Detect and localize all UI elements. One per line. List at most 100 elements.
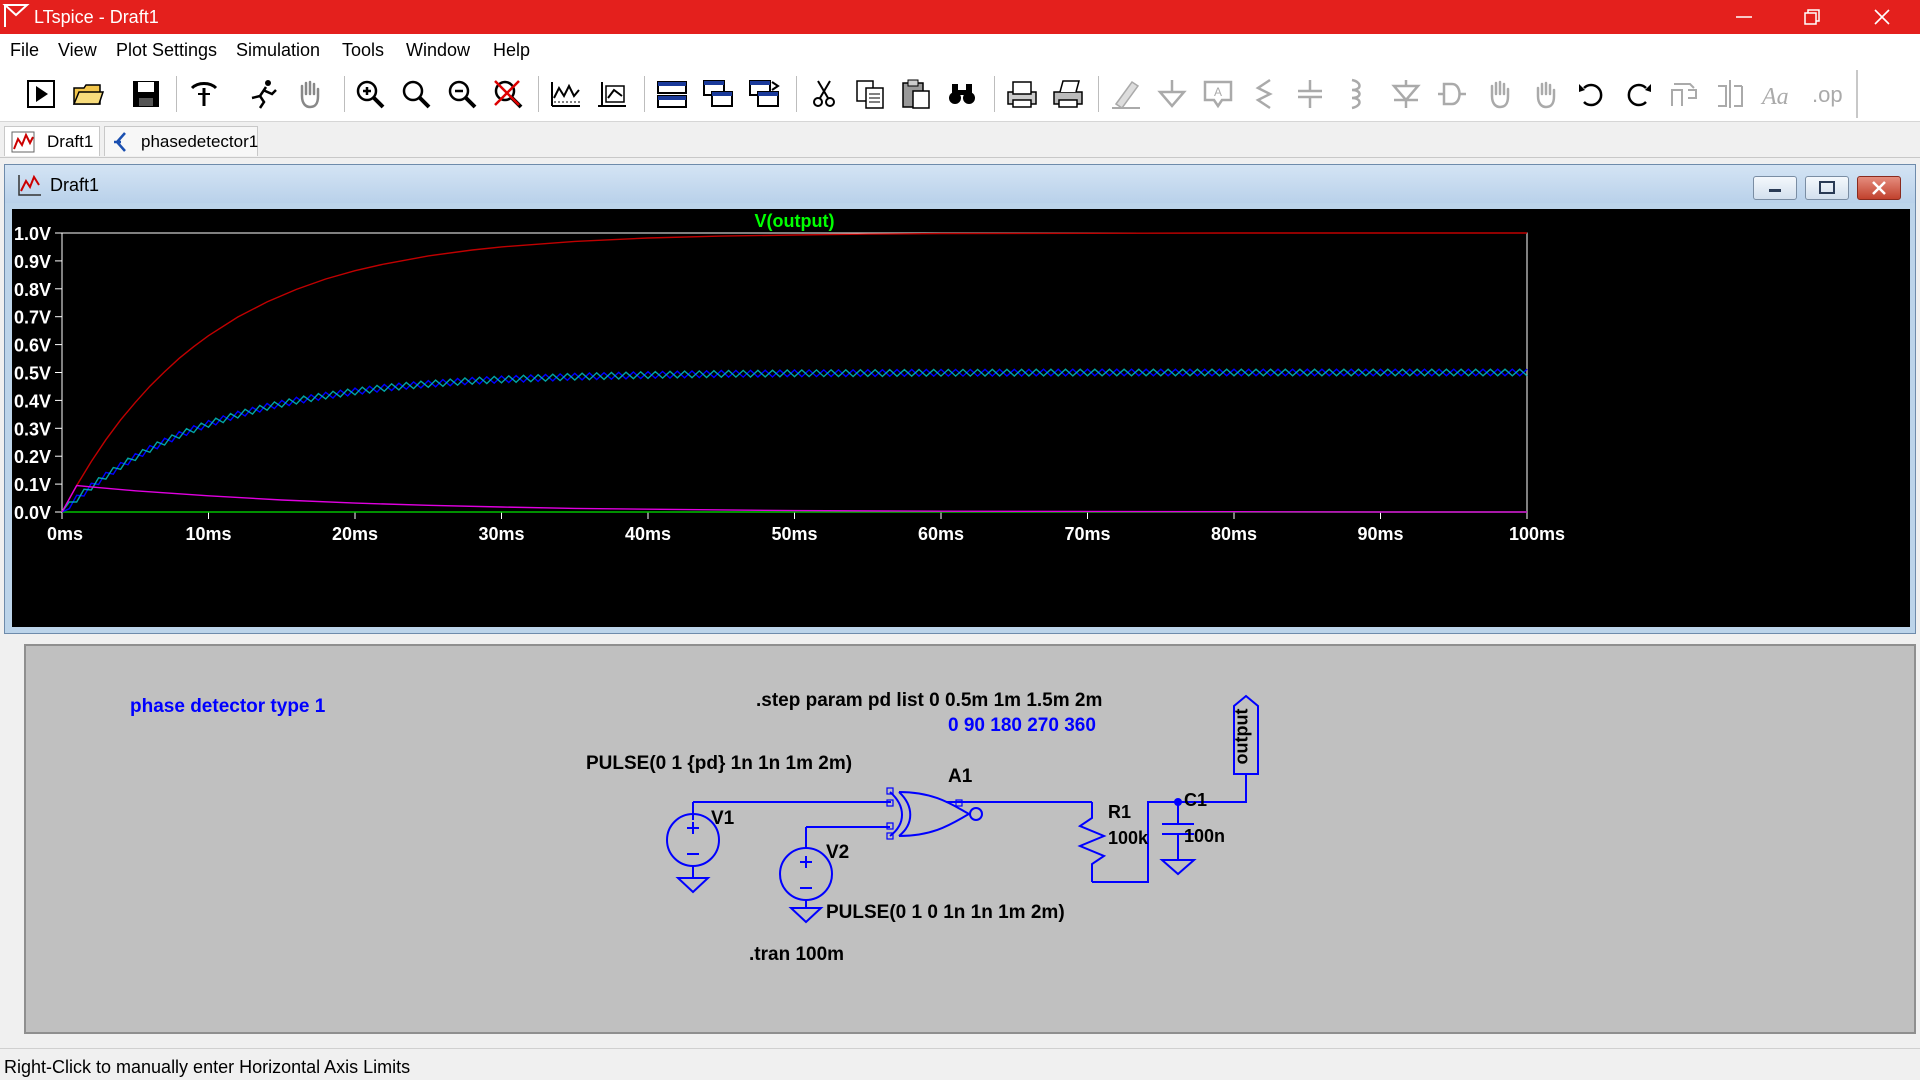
tab-draft1[interactable]: Draft1: [4, 126, 100, 156]
autorange-button[interactable]: [546, 74, 586, 114]
mirror-button[interactable]: [1710, 74, 1750, 114]
wire-button[interactable]: [1106, 74, 1146, 114]
spice-directive-button[interactable]: .op: [1806, 74, 1846, 114]
zoom-in-button[interactable]: [350, 74, 390, 114]
tile-vertical-button[interactable]: [744, 74, 784, 114]
close-button[interactable]: [1848, 0, 1916, 34]
menu-file[interactable]: File: [10, 40, 39, 60]
v2-name[interactable]: V2: [826, 842, 849, 864]
svg-text:A: A: [1214, 85, 1222, 99]
drag-button[interactable]: [1526, 74, 1566, 114]
menu-simulation[interactable]: Simulation: [236, 40, 320, 60]
x-tick-label: 60ms: [918, 524, 964, 544]
wire-icon: [1112, 80, 1140, 110]
tab-phasedetector1[interactable]: phasedetector1: [104, 126, 258, 156]
run-halt-button[interactable]: [244, 74, 284, 114]
paste-button[interactable]: [896, 74, 936, 114]
c1-value[interactable]: 100n: [1184, 826, 1225, 847]
plot-frame: [61, 232, 1528, 513]
find-button[interactable]: [942, 74, 982, 114]
inductor-button[interactable]: [1336, 74, 1376, 114]
menu-tools[interactable]: Tools: [342, 40, 384, 60]
ground-icon: [1157, 80, 1187, 108]
rotate-button[interactable]: [1664, 74, 1704, 114]
x-tick-label: 50ms: [771, 524, 817, 544]
ground-button[interactable]: [1152, 74, 1192, 114]
diode-button[interactable]: [1386, 74, 1426, 114]
r1-value[interactable]: 100k: [1108, 828, 1148, 849]
trace-line: [61, 368, 1528, 513]
move-button[interactable]: [1480, 74, 1520, 114]
cascade-button[interactable]: [698, 74, 738, 114]
mirror-icon: [1718, 80, 1743, 108]
manual-limits-button[interactable]: [592, 74, 632, 114]
child-minimize-button[interactable]: [1753, 176, 1797, 200]
component-button[interactable]: [1432, 74, 1472, 114]
menu-view[interactable]: View: [58, 40, 97, 60]
component-icon: [1438, 82, 1466, 106]
restore-icon: [1819, 181, 1835, 194]
cut-button[interactable]: [804, 74, 844, 114]
x-tick-label: 100ms: [1509, 524, 1565, 544]
v1-name[interactable]: V1: [711, 808, 734, 830]
x-tick-label: 90ms: [1357, 524, 1403, 544]
waveform-window-caption[interactable]: Draft1: [5, 165, 1915, 203]
undo-icon: [1579, 83, 1603, 107]
toolbar-separator: [344, 76, 345, 112]
open-button[interactable]: [68, 74, 108, 114]
capacitor-button[interactable]: [1290, 74, 1330, 114]
child-close-button[interactable]: [1857, 176, 1901, 200]
gate-name[interactable]: A1: [948, 766, 972, 788]
print-button[interactable]: [1048, 74, 1088, 114]
zoom-area-button[interactable]: [396, 74, 436, 114]
zoom-cancel-button[interactable]: [488, 74, 528, 114]
menu-help[interactable]: Help: [493, 40, 530, 60]
waveform-icon: [18, 174, 41, 196]
text-icon: Aa: [1760, 84, 1789, 110]
print-preview-button[interactable]: [1002, 74, 1042, 114]
y-tick-label: 0.7V: [14, 308, 51, 328]
tile-horizontal-button[interactable]: [652, 74, 692, 114]
minimize-icon: [1769, 189, 1781, 192]
r1-name[interactable]: R1: [1108, 802, 1131, 823]
schematic-window[interactable]: phase detector type 1 .step param pd lis…: [24, 644, 1916, 1034]
menu-bar: File View Plot Settings Simulation Tools…: [0, 34, 1920, 66]
undo-button[interactable]: [1572, 74, 1612, 114]
v2-value[interactable]: PULSE(0 1 0 1n 1n 1m 2m): [826, 902, 1065, 924]
voltage-source-v2[interactable]: [779, 827, 833, 924]
redo-button[interactable]: [1618, 74, 1658, 114]
tran-directive[interactable]: .tran 100m: [749, 944, 844, 966]
control-panel-button[interactable]: [184, 74, 224, 114]
tile-horizontal-icon: [657, 81, 687, 108]
restore-icon: [1804, 9, 1820, 25]
close-icon: [1874, 9, 1890, 25]
net-label-text[interactable]: output: [1231, 709, 1252, 765]
zoom-out-button[interactable]: [442, 74, 482, 114]
waveform-icon: [11, 131, 35, 153]
child-restore-button[interactable]: [1805, 176, 1849, 200]
control-panel-icon: [190, 82, 218, 106]
label-net-button[interactable]: A: [1198, 74, 1238, 114]
menu-plot-settings[interactable]: Plot Settings: [116, 40, 217, 60]
save-button[interactable]: [126, 74, 166, 114]
tile-vertical-icon: [749, 80, 780, 107]
resistor-r1[interactable]: [1077, 802, 1107, 882]
step-directive[interactable]: .step param pd list 0 0.5m 1m 1.5m 2m: [756, 690, 1102, 712]
print-icon: [1053, 80, 1083, 108]
c1-name[interactable]: C1: [1184, 790, 1207, 811]
run-button[interactable]: [22, 74, 62, 114]
y-tick-label: 0.1V: [14, 475, 51, 495]
xnor-gate-a1[interactable]: [889, 791, 983, 837]
restore-button[interactable]: [1778, 0, 1846, 34]
waveform-plot[interactable]: 0.0V 0.1V 0.2V 0.3V 0.4V 0.5V 0.6V 0.7V 0.8V 0.9V…: [12, 209, 1910, 627]
pan-button[interactable]: [290, 74, 330, 114]
copy-button[interactable]: [850, 74, 890, 114]
waveform-plot-area[interactable]: 0.0V 0.1V 0.2V 0.3V 0.4V 0.5V 0.6V 0.7V 0.8V 0.9V…: [12, 209, 1910, 627]
v1-value[interactable]: PULSE(0 1 {pd} 1n 1n 1m 2m): [586, 753, 852, 775]
menu-window[interactable]: Window: [406, 40, 470, 60]
schematic-comment[interactable]: phase detector type 1: [130, 696, 325, 718]
resistor-button[interactable]: [1244, 74, 1284, 114]
step-note[interactable]: 0 90 180 270 360: [948, 715, 1096, 737]
minimize-button[interactable]: [1710, 0, 1778, 34]
text-button[interactable]: Aa: [1756, 74, 1796, 114]
